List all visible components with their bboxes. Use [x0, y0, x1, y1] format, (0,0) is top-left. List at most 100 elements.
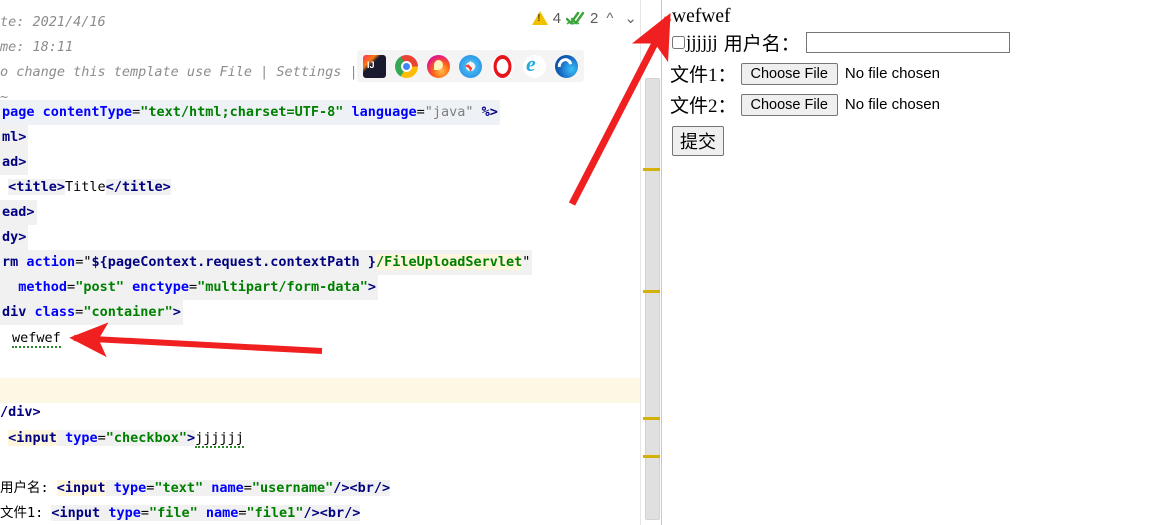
- code-line-html-open: ml>: [0, 125, 29, 150]
- file2-row: 文件2： Choose File No file chosen: [670, 91, 1176, 118]
- submit-button[interactable]: 提交: [672, 126, 724, 156]
- token-quote-end: ": [522, 254, 531, 270]
- editor-marker-track[interactable]: [640, 0, 662, 525]
- checkbox-username-row: jjjjjj 用户名：: [670, 29, 1176, 56]
- inspection-widget[interactable]: 4 2 ^ ⌄: [531, 4, 640, 32]
- token-selfclose-br-file1: /><br/>: [303, 505, 361, 521]
- file1-label: 文件1：: [670, 65, 737, 86]
- token-name-attr-user: name: [211, 480, 244, 496]
- token-language-value: "java": [424, 104, 474, 120]
- username-label: 用户名：: [723, 34, 800, 55]
- code-line-comment-template: o change this template use File | Settin…: [0, 64, 374, 80]
- warning-marker[interactable]: [643, 417, 660, 420]
- token-class-value: "container": [83, 304, 173, 320]
- code-line-username-input: 用户名: <input type="text" name="username"/…: [0, 476, 391, 501]
- editor-scrollbar-thumb[interactable]: [645, 78, 660, 520]
- token-div-keyword: div: [2, 304, 27, 320]
- token-class-attr: class: [34, 304, 76, 320]
- internet-explorer-icon[interactable]: [523, 51, 546, 78]
- token-action-path: /FileUploadServlet: [375, 254, 523, 270]
- code-line-jsp-directive: page contentType = "text/html;charset=UTF-…: [0, 100, 500, 125]
- token-name-file1-value: "file1": [246, 505, 304, 521]
- chevron-down-icon[interactable]: ⌄: [621, 9, 640, 27]
- token-eq-10: =: [140, 505, 149, 521]
- code-line-comment-date: te: 2021/4/16: [0, 14, 106, 30]
- token-name-attr-file1: name: [205, 505, 239, 521]
- code-line-div-open: div class="container">: [0, 300, 183, 325]
- code-line-body-open: dy>: [0, 225, 29, 250]
- code-line-div-close: /div>: [0, 404, 41, 420]
- token-space-1: [35, 104, 43, 120]
- token-indent-cb: [0, 430, 8, 446]
- token-method-value: "post": [75, 279, 124, 295]
- token-eq-3: =": [75, 254, 92, 270]
- warning-marker[interactable]: [643, 455, 660, 458]
- ok-count: 2: [590, 9, 599, 27]
- token-input-open-user: <input: [56, 480, 106, 496]
- token-eq-4: =: [67, 279, 76, 295]
- token-form-keyword: rm: [2, 254, 19, 270]
- ide-editor-pane[interactable]: te: 2021/4/16 me: 18:11 o change this te…: [0, 0, 662, 525]
- token-contenttype-value: "text/html;charset=UTF-8": [140, 104, 344, 120]
- token-input-open-cb: <input: [8, 430, 57, 446]
- token-language-attr: language: [351, 104, 417, 120]
- token-jsp-close: %>: [481, 104, 498, 120]
- code-line-title: <title>Title</title>: [0, 175, 171, 200]
- choose-file-button-2[interactable]: Choose File: [740, 93, 838, 116]
- token-eq-7: =: [97, 430, 106, 446]
- token-input-gt-cb: >: [187, 430, 196, 446]
- browser-preview-pane[interactable]: wefwef jjjjjj 用户名： 文件1： Choose File No f…: [664, 0, 1176, 525]
- token-space-7: [57, 430, 65, 446]
- pane-divider[interactable]: [661, 0, 662, 525]
- token-eq-2: =: [416, 104, 425, 120]
- chevron-up-icon[interactable]: ^: [603, 10, 616, 27]
- intellij-idea-icon[interactable]: [363, 54, 386, 78]
- chrome-icon[interactable]: [395, 54, 418, 78]
- file1-status: No file chosen: [844, 65, 940, 82]
- token-selfclose-br-user: /><br/>: [333, 480, 391, 496]
- token-name-username-value: "username": [251, 480, 334, 496]
- file2-label: 文件2：: [670, 96, 737, 117]
- code-line-head-open: ad>: [0, 150, 29, 175]
- token-type-text-value: "text": [154, 480, 204, 496]
- warning-marker[interactable]: [643, 290, 660, 293]
- opera-icon[interactable]: [491, 54, 514, 78]
- safari-icon[interactable]: [459, 54, 482, 78]
- token-el-expression: ${pageContext.request.contextPath }: [91, 254, 376, 270]
- token-form-gt: >: [367, 279, 376, 295]
- token-space-5: [124, 279, 132, 295]
- token-space-6: [26, 304, 34, 320]
- warning-marker[interactable]: [643, 168, 660, 171]
- token-page-keyword: page: [2, 104, 35, 120]
- code-line-file1-input: 文件1: <input type="file" name="file1"/><b…: [0, 501, 361, 525]
- agree-checkbox[interactable]: [672, 36, 685, 49]
- code-line-head-close: ead>: [0, 200, 37, 225]
- token-enctype-attr: enctype: [132, 279, 190, 295]
- file1-row: 文件1： Choose File No file chosen: [670, 60, 1176, 87]
- firefox-icon[interactable]: [427, 54, 450, 78]
- page-heading-text: wefwef: [672, 6, 731, 27]
- token-space-2: [343, 104, 351, 120]
- token-space-11: [198, 505, 206, 521]
- token-type-attr-user: type: [113, 480, 147, 496]
- username-input[interactable]: [805, 32, 1010, 53]
- code-line-form-attrs: method="post" enctype="multipart/form-da…: [0, 275, 378, 300]
- token-space-3: [474, 104, 482, 120]
- token-wefwef-text: wefwef: [12, 330, 61, 348]
- token-input-open-file1: <input: [51, 505, 101, 521]
- browser-chooser-popup[interactable]: [357, 50, 584, 82]
- token-user-attrs: type="text" name="username"/><br/>: [105, 480, 391, 496]
- warning-triangle-icon: [531, 11, 548, 25]
- token-title-text: Title: [65, 179, 106, 195]
- token-type-attr-file1: type: [108, 505, 141, 521]
- token-eq-11: =: [238, 505, 247, 521]
- choose-file-button-1[interactable]: Choose File: [740, 62, 838, 85]
- edge-icon[interactable]: [555, 54, 578, 78]
- token-space-8: [106, 480, 114, 496]
- token-type-attr-cb: type: [65, 430, 98, 446]
- token-title-open: <title>: [8, 179, 66, 195]
- token-contenttype-attr: contentType: [42, 104, 133, 120]
- token-jjjjjj-text: jjjjjj: [195, 430, 244, 448]
- code-line-form-open: rm action="${pageContext.request.context…: [0, 250, 533, 275]
- token-username-label: 用户名:: [0, 480, 57, 496]
